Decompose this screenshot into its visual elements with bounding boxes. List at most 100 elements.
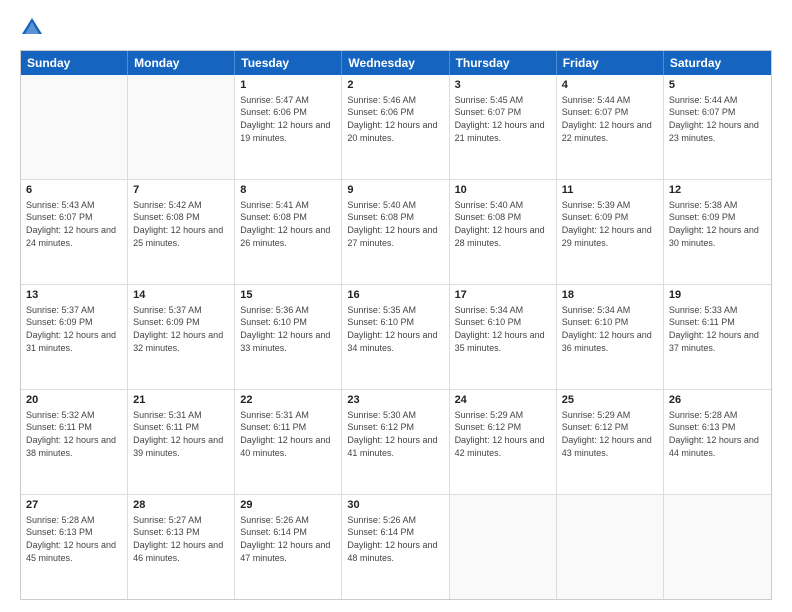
- cal-cell: 26Sunrise: 5:28 AMSunset: 6:13 PMDayligh…: [664, 390, 771, 494]
- day-number: 8: [240, 183, 336, 198]
- page: SundayMondayTuesdayWednesdayThursdayFrid…: [0, 0, 792, 612]
- logo-icon: [20, 16, 44, 40]
- day-info: Sunrise: 5:37 AMSunset: 6:09 PMDaylight:…: [26, 304, 122, 354]
- header-day-saturday: Saturday: [664, 51, 771, 75]
- cal-cell: 13Sunrise: 5:37 AMSunset: 6:09 PMDayligh…: [21, 285, 128, 389]
- cal-cell: 12Sunrise: 5:38 AMSunset: 6:09 PMDayligh…: [664, 180, 771, 284]
- day-number: 12: [669, 183, 766, 198]
- cal-cell: 21Sunrise: 5:31 AMSunset: 6:11 PMDayligh…: [128, 390, 235, 494]
- day-info: Sunrise: 5:31 AMSunset: 6:11 PMDaylight:…: [133, 409, 229, 459]
- day-info: Sunrise: 5:36 AMSunset: 6:10 PMDaylight:…: [240, 304, 336, 354]
- cal-cell: 23Sunrise: 5:30 AMSunset: 6:12 PMDayligh…: [342, 390, 449, 494]
- header-day-sunday: Sunday: [21, 51, 128, 75]
- day-number: 1: [240, 78, 336, 93]
- day-info: Sunrise: 5:41 AMSunset: 6:08 PMDaylight:…: [240, 199, 336, 249]
- day-number: 29: [240, 498, 336, 513]
- cal-cell: 7Sunrise: 5:42 AMSunset: 6:08 PMDaylight…: [128, 180, 235, 284]
- cal-cell: 2Sunrise: 5:46 AMSunset: 6:06 PMDaylight…: [342, 75, 449, 179]
- calendar-body: 1Sunrise: 5:47 AMSunset: 6:06 PMDaylight…: [21, 75, 771, 599]
- cal-cell: 24Sunrise: 5:29 AMSunset: 6:12 PMDayligh…: [450, 390, 557, 494]
- day-info: Sunrise: 5:32 AMSunset: 6:11 PMDaylight:…: [26, 409, 122, 459]
- day-info: Sunrise: 5:46 AMSunset: 6:06 PMDaylight:…: [347, 94, 443, 144]
- cal-cell: 19Sunrise: 5:33 AMSunset: 6:11 PMDayligh…: [664, 285, 771, 389]
- cal-cell: [664, 495, 771, 599]
- day-info: Sunrise: 5:27 AMSunset: 6:13 PMDaylight:…: [133, 514, 229, 564]
- cal-cell: 28Sunrise: 5:27 AMSunset: 6:13 PMDayligh…: [128, 495, 235, 599]
- day-info: Sunrise: 5:44 AMSunset: 6:07 PMDaylight:…: [669, 94, 766, 144]
- header-day-monday: Monday: [128, 51, 235, 75]
- cal-cell: 27Sunrise: 5:28 AMSunset: 6:13 PMDayligh…: [21, 495, 128, 599]
- day-number: 5: [669, 78, 766, 93]
- header: [20, 16, 772, 40]
- cal-cell: 16Sunrise: 5:35 AMSunset: 6:10 PMDayligh…: [342, 285, 449, 389]
- cal-cell: 14Sunrise: 5:37 AMSunset: 6:09 PMDayligh…: [128, 285, 235, 389]
- day-number: 18: [562, 288, 658, 303]
- day-number: 14: [133, 288, 229, 303]
- cal-cell: 1Sunrise: 5:47 AMSunset: 6:06 PMDaylight…: [235, 75, 342, 179]
- day-info: Sunrise: 5:33 AMSunset: 6:11 PMDaylight:…: [669, 304, 766, 354]
- week-row-1: 1Sunrise: 5:47 AMSunset: 6:06 PMDaylight…: [21, 75, 771, 180]
- cal-cell: 9Sunrise: 5:40 AMSunset: 6:08 PMDaylight…: [342, 180, 449, 284]
- day-number: 16: [347, 288, 443, 303]
- calendar: SundayMondayTuesdayWednesdayThursdayFrid…: [20, 50, 772, 600]
- header-day-wednesday: Wednesday: [342, 51, 449, 75]
- day-info: Sunrise: 5:28 AMSunset: 6:13 PMDaylight:…: [669, 409, 766, 459]
- cal-cell: 6Sunrise: 5:43 AMSunset: 6:07 PMDaylight…: [21, 180, 128, 284]
- day-number: 13: [26, 288, 122, 303]
- calendar-header: SundayMondayTuesdayWednesdayThursdayFrid…: [21, 51, 771, 75]
- cal-cell: 3Sunrise: 5:45 AMSunset: 6:07 PMDaylight…: [450, 75, 557, 179]
- day-info: Sunrise: 5:29 AMSunset: 6:12 PMDaylight:…: [455, 409, 551, 459]
- day-info: Sunrise: 5:40 AMSunset: 6:08 PMDaylight:…: [347, 199, 443, 249]
- day-number: 10: [455, 183, 551, 198]
- day-number: 3: [455, 78, 551, 93]
- day-number: 6: [26, 183, 122, 198]
- day-info: Sunrise: 5:38 AMSunset: 6:09 PMDaylight:…: [669, 199, 766, 249]
- day-number: 11: [562, 183, 658, 198]
- day-number: 30: [347, 498, 443, 513]
- day-info: Sunrise: 5:26 AMSunset: 6:14 PMDaylight:…: [347, 514, 443, 564]
- cal-cell: [21, 75, 128, 179]
- week-row-5: 27Sunrise: 5:28 AMSunset: 6:13 PMDayligh…: [21, 495, 771, 599]
- cal-cell: 30Sunrise: 5:26 AMSunset: 6:14 PMDayligh…: [342, 495, 449, 599]
- cal-cell: 17Sunrise: 5:34 AMSunset: 6:10 PMDayligh…: [450, 285, 557, 389]
- day-info: Sunrise: 5:35 AMSunset: 6:10 PMDaylight:…: [347, 304, 443, 354]
- cal-cell: 11Sunrise: 5:39 AMSunset: 6:09 PMDayligh…: [557, 180, 664, 284]
- day-info: Sunrise: 5:47 AMSunset: 6:06 PMDaylight:…: [240, 94, 336, 144]
- day-info: Sunrise: 5:39 AMSunset: 6:09 PMDaylight:…: [562, 199, 658, 249]
- cal-cell: [450, 495, 557, 599]
- cal-cell: 25Sunrise: 5:29 AMSunset: 6:12 PMDayligh…: [557, 390, 664, 494]
- day-number: 25: [562, 393, 658, 408]
- week-row-2: 6Sunrise: 5:43 AMSunset: 6:07 PMDaylight…: [21, 180, 771, 285]
- cal-cell: 15Sunrise: 5:36 AMSunset: 6:10 PMDayligh…: [235, 285, 342, 389]
- cal-cell: 5Sunrise: 5:44 AMSunset: 6:07 PMDaylight…: [664, 75, 771, 179]
- day-info: Sunrise: 5:45 AMSunset: 6:07 PMDaylight:…: [455, 94, 551, 144]
- cal-cell: 20Sunrise: 5:32 AMSunset: 6:11 PMDayligh…: [21, 390, 128, 494]
- day-info: Sunrise: 5:26 AMSunset: 6:14 PMDaylight:…: [240, 514, 336, 564]
- cal-cell: 8Sunrise: 5:41 AMSunset: 6:08 PMDaylight…: [235, 180, 342, 284]
- day-info: Sunrise: 5:43 AMSunset: 6:07 PMDaylight:…: [26, 199, 122, 249]
- day-number: 2: [347, 78, 443, 93]
- day-info: Sunrise: 5:34 AMSunset: 6:10 PMDaylight:…: [562, 304, 658, 354]
- day-info: Sunrise: 5:40 AMSunset: 6:08 PMDaylight:…: [455, 199, 551, 249]
- day-info: Sunrise: 5:42 AMSunset: 6:08 PMDaylight:…: [133, 199, 229, 249]
- logo: [20, 16, 48, 40]
- day-number: 15: [240, 288, 336, 303]
- header-day-friday: Friday: [557, 51, 664, 75]
- header-day-tuesday: Tuesday: [235, 51, 342, 75]
- day-number: 23: [347, 393, 443, 408]
- day-number: 22: [240, 393, 336, 408]
- day-info: Sunrise: 5:30 AMSunset: 6:12 PMDaylight:…: [347, 409, 443, 459]
- cal-cell: [557, 495, 664, 599]
- day-number: 19: [669, 288, 766, 303]
- day-info: Sunrise: 5:44 AMSunset: 6:07 PMDaylight:…: [562, 94, 658, 144]
- day-number: 24: [455, 393, 551, 408]
- day-number: 7: [133, 183, 229, 198]
- day-number: 17: [455, 288, 551, 303]
- cal-cell: 4Sunrise: 5:44 AMSunset: 6:07 PMDaylight…: [557, 75, 664, 179]
- day-number: 21: [133, 393, 229, 408]
- day-info: Sunrise: 5:34 AMSunset: 6:10 PMDaylight:…: [455, 304, 551, 354]
- day-info: Sunrise: 5:31 AMSunset: 6:11 PMDaylight:…: [240, 409, 336, 459]
- day-info: Sunrise: 5:37 AMSunset: 6:09 PMDaylight:…: [133, 304, 229, 354]
- cal-cell: 22Sunrise: 5:31 AMSunset: 6:11 PMDayligh…: [235, 390, 342, 494]
- day-number: 20: [26, 393, 122, 408]
